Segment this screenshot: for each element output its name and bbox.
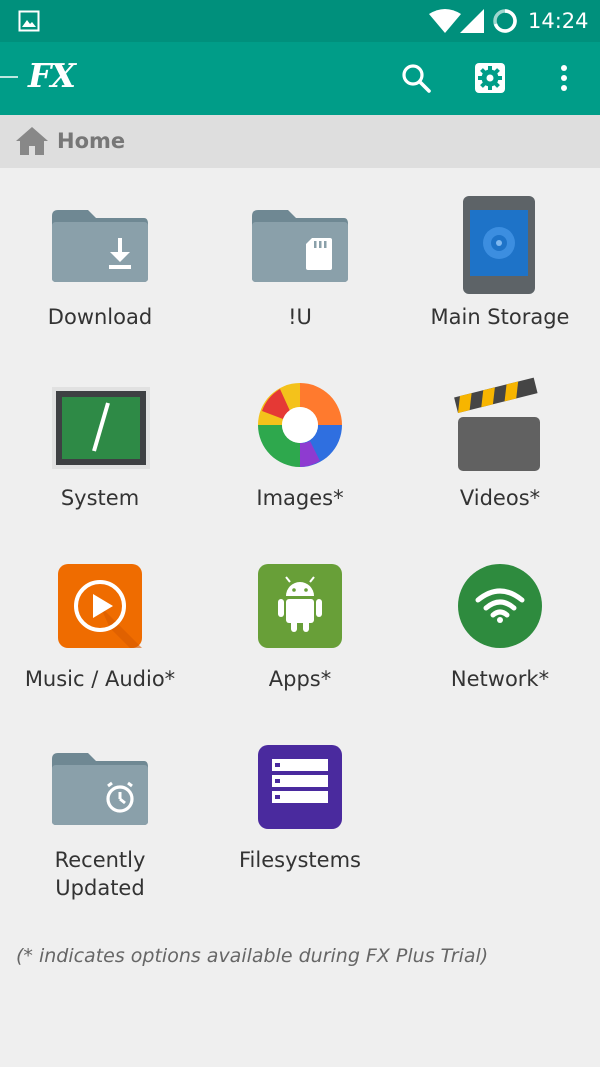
tile-label: Download — [47, 305, 153, 329]
tile-videos[interactable]: Videos* — [400, 349, 600, 530]
tile-filesystems[interactable]: Filesystems — [200, 711, 400, 892]
terminal-icon — [52, 387, 150, 469]
breadcrumb-home[interactable]: Home — [57, 129, 125, 153]
play-audio-icon — [58, 564, 142, 648]
android-icon — [258, 564, 342, 648]
network-wifi-icon — [458, 564, 542, 648]
tile-label: Music / Audio* — [24, 667, 176, 691]
phone-storage-icon — [463, 196, 535, 294]
clock: 14:24 — [528, 9, 589, 33]
tile-label: Images* — [256, 486, 344, 510]
breadcrumb: Home — [0, 115, 600, 168]
tile-main-storage[interactable]: Main Storage — [400, 168, 600, 349]
drawer-edge[interactable] — [0, 76, 18, 78]
filesystems-icon — [258, 745, 342, 829]
signal-icon — [460, 9, 484, 33]
tile-label: !U — [288, 305, 312, 329]
home-icon[interactable] — [14, 125, 50, 157]
trial-footnote: (* indicates options available during FX… — [16, 945, 489, 967]
tile-label: Recently Updated — [0, 846, 200, 902]
tile-images[interactable]: Images* — [200, 349, 400, 530]
more-vert-icon[interactable] — [546, 60, 582, 96]
tile-system[interactable]: System — [0, 349, 200, 530]
images-icon — [258, 383, 342, 467]
tile-label: Videos* — [459, 486, 541, 510]
tile-apps[interactable]: Apps* — [200, 530, 400, 711]
search-icon[interactable] — [398, 60, 434, 96]
app-bar: FX — [0, 42, 600, 115]
folder-download-icon — [52, 210, 148, 282]
folder-sdcard-icon — [252, 210, 348, 282]
tile-label-line: Updated — [55, 876, 145, 900]
status-bar: 14:24 — [0, 0, 600, 42]
tile-label: Apps* — [268, 667, 332, 691]
tile-network[interactable]: Network* — [400, 530, 600, 711]
clapperboard-icon — [454, 377, 540, 471]
tile-download[interactable]: Download — [0, 168, 200, 349]
tile-label: Network* — [450, 667, 550, 691]
tile-label: System — [60, 486, 140, 510]
tile-label-line: Recently — [54, 848, 146, 872]
app-logo: FX — [28, 56, 76, 95]
tile-label: Main Storage — [430, 305, 570, 329]
settings-icon[interactable] — [472, 60, 508, 96]
tile-recently-updated[interactable]: Recently Updated — [0, 711, 200, 900]
image-notification-icon — [18, 10, 40, 32]
tile-sdcard[interactable]: !U — [200, 168, 400, 349]
folder-clock-icon — [52, 753, 148, 825]
tile-label: Filesystems — [238, 848, 361, 872]
wifi-icon — [429, 9, 461, 33]
battery-icon — [493, 9, 517, 33]
tile-music-audio[interactable]: Music / Audio* — [0, 530, 200, 711]
